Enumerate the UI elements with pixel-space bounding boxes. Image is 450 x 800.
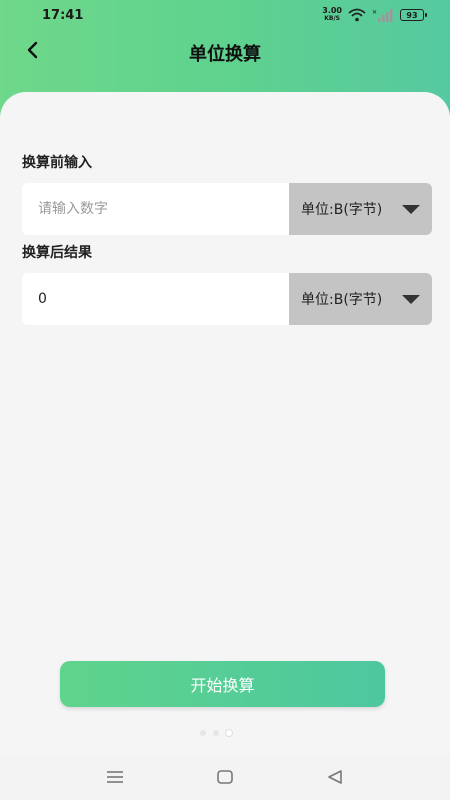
back-triangle-icon: [327, 769, 343, 788]
battery-icon: 93: [400, 9, 427, 21]
dropdown-caret-icon: [402, 294, 420, 304]
page-dot: [200, 730, 206, 736]
page-indicator: [200, 730, 232, 736]
status-time: 17:41: [42, 7, 84, 23]
network-speed-unit: KB/S: [324, 15, 340, 22]
start-convert-button[interactable]: 开始换算: [60, 661, 385, 707]
system-back-button[interactable]: [315, 763, 355, 793]
chevron-left-icon: [25, 41, 39, 63]
signal-icon: ✕: [372, 8, 394, 22]
back-button[interactable]: [18, 38, 46, 66]
svg-text:✕: ✕: [372, 9, 377, 16]
page-dot: [213, 730, 219, 736]
system-nav-bar: [0, 756, 450, 800]
status-bar: 17:41 3.00 KB/S ✕ 93: [0, 0, 450, 30]
page-title: 单位换算: [189, 44, 261, 65]
input-unit-label: 单位:B(字节): [301, 202, 383, 218]
result-section-label: 换算后结果: [22, 245, 92, 261]
status-icons: 3.00 KB/S ✕ 93: [322, 7, 427, 23]
input-field-wrapper: [22, 183, 289, 235]
home-square-icon: [217, 769, 233, 788]
network-speed: 3.00 KB/S: [322, 7, 342, 23]
number-input[interactable]: [38, 201, 289, 217]
menu-button[interactable]: [95, 763, 135, 793]
wifi-icon: [348, 8, 366, 22]
result-row: 0 单位:B(字节): [22, 273, 432, 325]
home-button[interactable]: [205, 763, 245, 793]
page-dot-active: [226, 730, 232, 736]
result-unit-select[interactable]: 单位:B(字节): [289, 273, 432, 325]
input-section-label: 换算前输入: [22, 155, 92, 171]
menu-icon: [106, 769, 124, 788]
result-unit-label: 单位:B(字节): [301, 292, 383, 308]
dropdown-caret-icon: [402, 204, 420, 214]
input-row: 单位:B(字节): [22, 183, 432, 235]
input-unit-select[interactable]: 单位:B(字节): [289, 183, 432, 235]
title-bar: 单位换算: [0, 30, 450, 76]
result-field: 0: [22, 273, 289, 325]
battery-level: 93: [406, 10, 418, 20]
content-card: 换算前输入 单位:B(字节) 换算后结果 0 单位:B(字节): [0, 92, 450, 754]
network-speed-value: 3.00: [322, 6, 342, 15]
result-value: 0: [38, 291, 47, 307]
